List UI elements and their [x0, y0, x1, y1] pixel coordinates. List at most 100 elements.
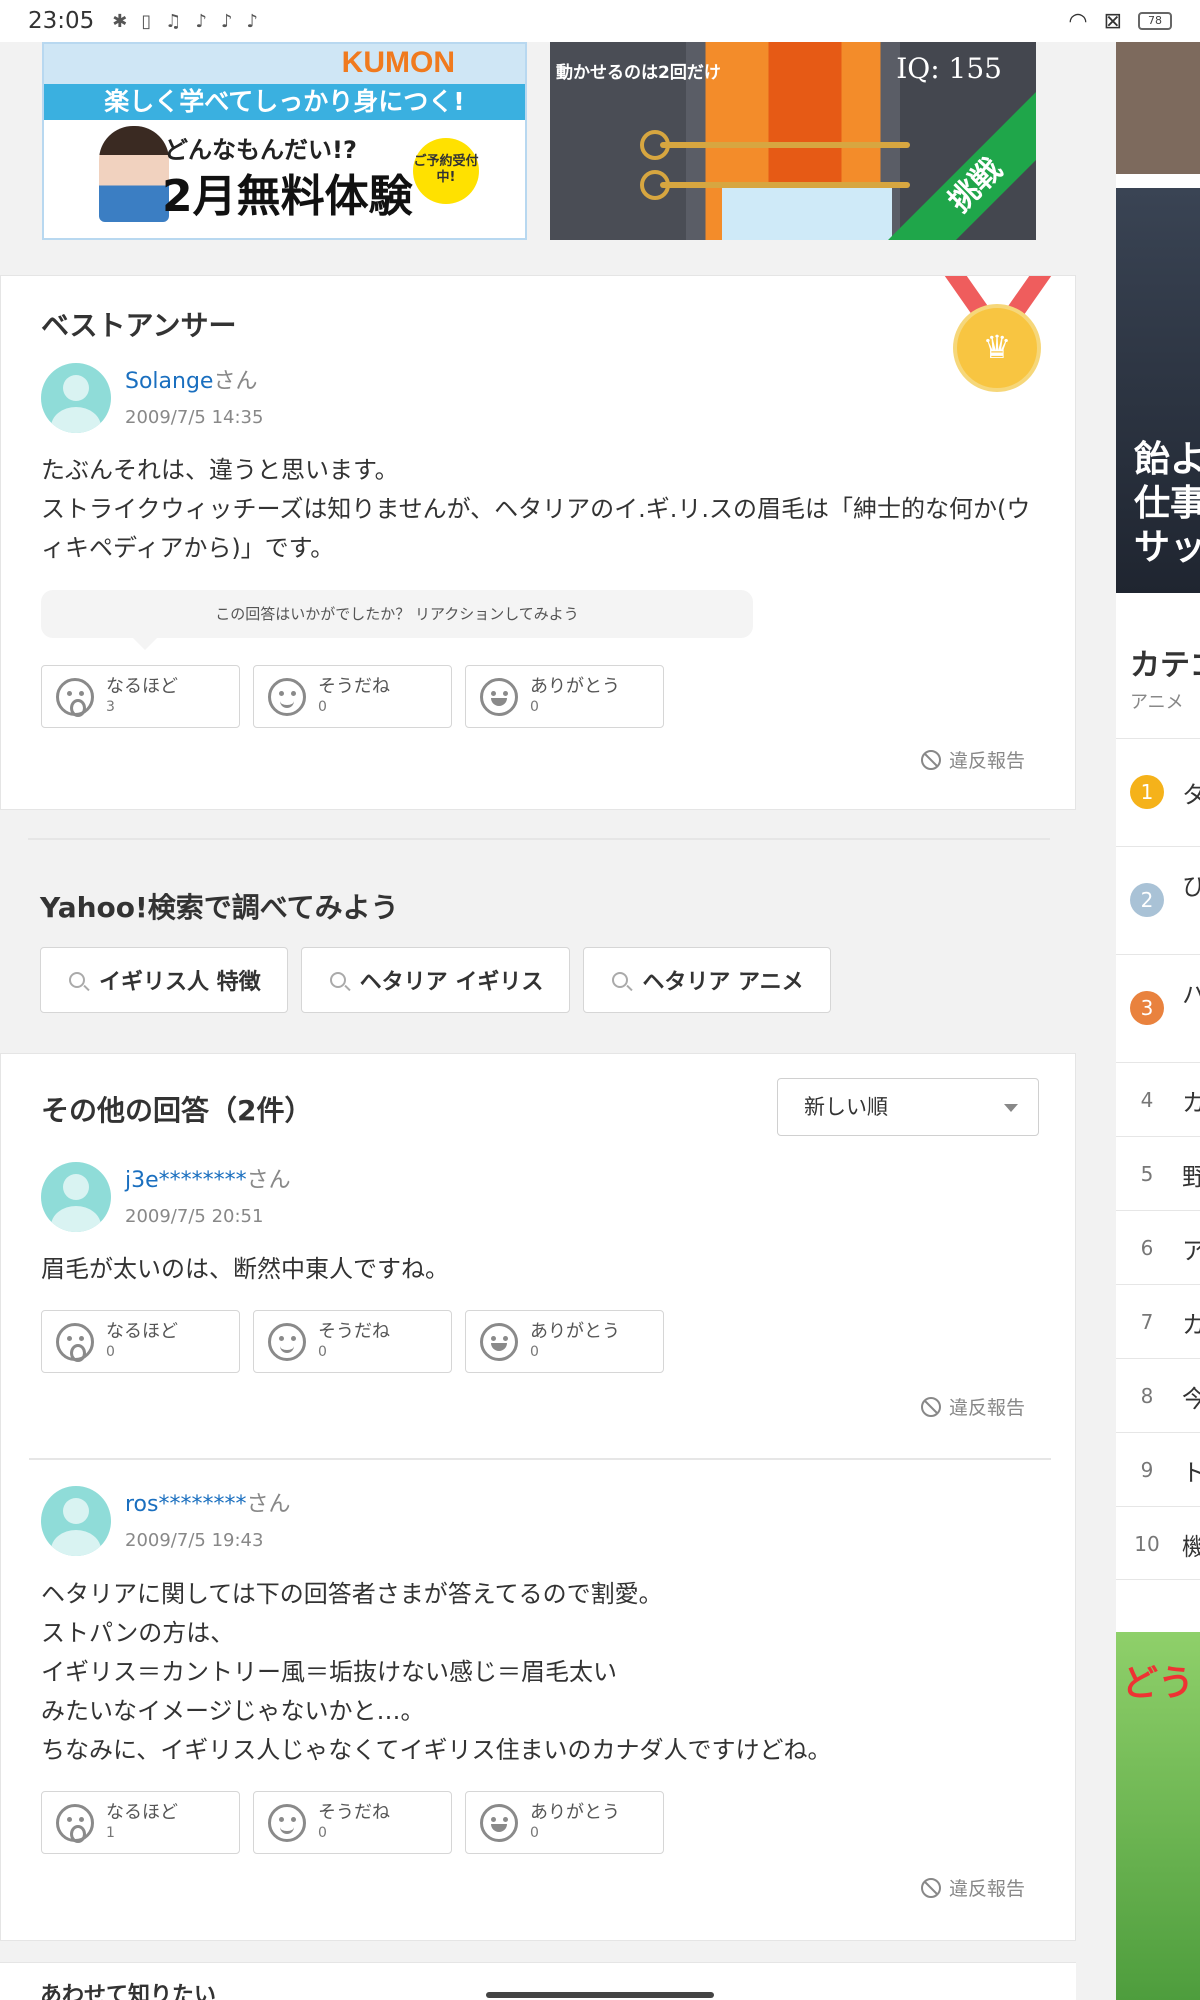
- sidebar-image[interactable]: [1116, 42, 1200, 174]
- ranking-item[interactable]: 6ア: [1116, 1210, 1200, 1284]
- game-ad-iq: IQ: 155: [896, 52, 1002, 85]
- ranking-item-title: ひ: [1182, 873, 1200, 901]
- gesture-home-bar[interactable]: [486, 1992, 714, 1998]
- answer-author: Solangeさん 2009/7/5 14:35: [41, 363, 263, 433]
- reaction-buttons: なるほど 1 そうだね 0 ありがとう 0: [41, 1791, 664, 1854]
- report-label: 違反報告: [948, 750, 1025, 772]
- search-chip[interactable]: イギリス人 特徴: [40, 947, 288, 1013]
- reaction-count: 1: [106, 1824, 115, 1841]
- search-chip[interactable]: ヘタリア イギリス: [300, 947, 571, 1013]
- answerer-name-link[interactable]: j3e********: [125, 1168, 247, 1193]
- answerer-name-link[interactable]: ros********: [125, 1492, 246, 1517]
- smile-face-icon: [268, 1322, 306, 1361]
- rank-number: 8: [1140, 1384, 1154, 1408]
- report-label: 違反報告: [948, 1878, 1025, 1900]
- kumon-ad-band-text: 楽しく学べてしっかり身につく!: [44, 84, 525, 120]
- search-chip[interactable]: ヘタリア アニメ: [583, 947, 831, 1013]
- ranking-item[interactable]: 4カ: [1116, 1062, 1200, 1136]
- report-link[interactable]: 違反報告: [920, 1874, 1025, 1901]
- honorific: さん: [246, 1168, 291, 1193]
- reaction-label: なるほど: [106, 675, 178, 697]
- reaction-count: 0: [318, 1824, 327, 1841]
- avatar[interactable]: [41, 1486, 111, 1556]
- answer-text: たぶんそれは、違うと思います。 ストライクウィッチーズは知りませんが、ヘタリアの…: [41, 456, 1031, 562]
- search-chip-label: ヘタリア アニメ: [642, 970, 804, 995]
- prohibited-icon: [920, 1877, 941, 1898]
- laugh-face-icon: [480, 1322, 518, 1361]
- ranking-item-title: ハ: [1182, 981, 1200, 1009]
- crown-icon: ♛: [953, 304, 1041, 392]
- kumon-ad-headline: 2月無料体験: [162, 171, 413, 222]
- reaction-label: ありがとう: [530, 675, 620, 697]
- ranking-item-title: 野: [1182, 1163, 1200, 1191]
- search-icon: [329, 972, 346, 988]
- ranking-item-title: タ: [1182, 781, 1200, 809]
- right-sidebar: 飴よ 仕事 サッ カテゴ アニメ 1タ 2ひ 3ハ 4カ 5野 6ア 7カ 8今…: [1116, 0, 1200, 2000]
- related-section-title: あわせて知りたい: [40, 1983, 217, 2000]
- game-ad-label: 動かせるのは2回だけ: [556, 63, 721, 83]
- rank-number: 2: [1130, 883, 1164, 917]
- wifi-icon: ◠: [1068, 8, 1088, 34]
- tiktok-icon: ♪: [195, 10, 207, 32]
- reaction-arigatou-button[interactable]: ありがとう 0: [465, 665, 664, 728]
- reaction-naruhodo-button[interactable]: なるほど 0: [41, 1310, 240, 1373]
- laugh-face-icon: [480, 1803, 518, 1842]
- avatar[interactable]: [41, 1162, 111, 1232]
- avatar[interactable]: [41, 363, 111, 433]
- bluetooth-icon: ✱: [112, 10, 128, 32]
- sort-selected-value: 新しい順: [804, 1095, 888, 1119]
- sidebar-ad-text: どう: [1122, 1663, 1195, 1704]
- laugh-face-icon: [480, 677, 518, 716]
- vibrate-icon: ▯: [141, 10, 152, 32]
- kumon-logo: KUMON: [341, 46, 455, 79]
- reaction-naruhodo-button[interactable]: なるほど 1: [41, 1791, 240, 1854]
- reaction-arigatou-button[interactable]: ありがとう 0: [465, 1791, 664, 1854]
- surprised-face-icon: [56, 1803, 94, 1843]
- prohibited-icon: [920, 1396, 941, 1417]
- ranking-item[interactable]: 9ト: [1116, 1432, 1200, 1506]
- reaction-soudane-button[interactable]: そうだね 0: [253, 665, 452, 728]
- answer-author: ros********さん 2009/7/5 19:43: [41, 1486, 291, 1556]
- reaction-count: 0: [530, 1343, 539, 1360]
- reaction-prompt: この回答はいかがでしたか？ リアクションしてみよう: [41, 590, 753, 650]
- reaction-label: そうだね: [318, 1801, 390, 1823]
- game-ad-banner[interactable]: 動かせるのは2回だけ IQ: 155 挑戦: [550, 42, 1036, 240]
- answer-text: ヘタリアに関しては下の回答者さまが答えてるので割愛。 ストパンの方は、 イギリス…: [41, 1580, 832, 1764]
- reaction-arigatou-button[interactable]: ありがとう 0: [465, 1310, 664, 1373]
- search-suggestions: イギリス人 特徴 ヘタリア イギリス ヘタリア アニメ: [40, 947, 831, 1013]
- status-time: 23:05: [28, 8, 95, 34]
- reaction-buttons: なるほど 0 そうだね 0 ありがとう 0: [41, 1310, 664, 1373]
- ranking-item[interactable]: 3ハ: [1116, 954, 1200, 1062]
- report-link[interactable]: 違反報告: [920, 746, 1025, 773]
- sidebar-ad[interactable]: どう: [1116, 1632, 1200, 2000]
- reaction-soudane-button[interactable]: そうだね 0: [253, 1310, 452, 1373]
- ranking-item[interactable]: 8今: [1116, 1358, 1200, 1432]
- reaction-count: 0: [106, 1343, 115, 1360]
- reaction-naruhodo-button[interactable]: なるほど 3: [41, 665, 240, 728]
- reaction-count: 3: [106, 698, 115, 715]
- section-divider: [28, 838, 1050, 840]
- reaction-label: ありがとう: [530, 1320, 620, 1342]
- search-chip-label: ヘタリア イギリス: [359, 970, 544, 995]
- ranking-item[interactable]: 10 機: [1116, 1506, 1200, 1580]
- ranking-item[interactable]: 2ひ: [1116, 846, 1200, 954]
- reaction-count: 0: [318, 698, 327, 715]
- smile-face-icon: [268, 677, 306, 716]
- report-link[interactable]: 違反報告: [920, 1393, 1025, 1420]
- ranking-item[interactable]: 7カ: [1116, 1284, 1200, 1358]
- rank-number: 10: [1134, 1532, 1160, 1556]
- kumon-ad-banner[interactable]: KUMON 楽しく学べてしっかり身につく! どんなもんだい!? 2月無料体験 ご…: [42, 42, 527, 240]
- category-ranking-subtitle: アニメ: [1130, 692, 1184, 713]
- reaction-label: なるほど: [106, 1801, 178, 1823]
- sort-select[interactable]: 新しい順: [777, 1078, 1039, 1136]
- ranking-item[interactable]: 1タ: [1116, 738, 1200, 846]
- water-graphic: [722, 188, 892, 240]
- kumon-ad-seal: ご予約受付中!: [413, 138, 479, 204]
- answerer-name-link[interactable]: Solange: [125, 369, 213, 394]
- sidebar-banner[interactable]: 飴よ 仕事 サッ: [1116, 188, 1200, 593]
- tiktok-icon: ♪: [220, 10, 233, 32]
- reaction-label: ありがとう: [530, 1801, 620, 1823]
- ranking-item[interactable]: 5野: [1116, 1136, 1200, 1210]
- rank-number: 9: [1140, 1458, 1154, 1482]
- reaction-soudane-button[interactable]: そうだね 0: [253, 1791, 452, 1854]
